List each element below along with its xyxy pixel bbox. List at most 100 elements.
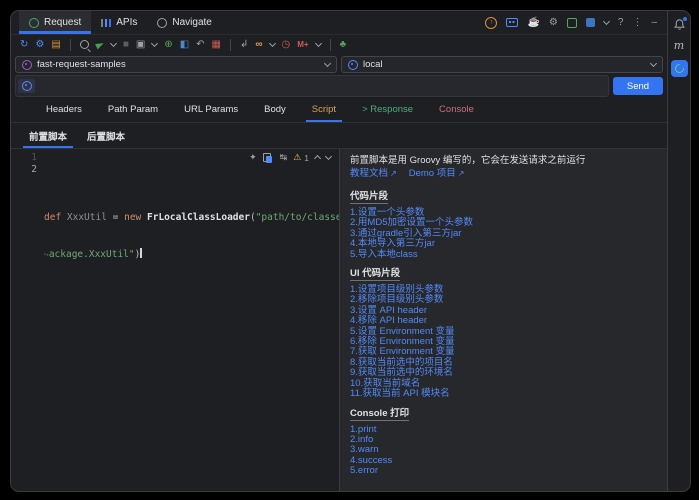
external-link-icon: ↗: [390, 169, 397, 178]
warning-icon[interactable]: ⚠: [293, 152, 301, 163]
url-input-wrapper[interactable]: [15, 75, 609, 97]
snippet-link[interactable]: 1.print: [350, 424, 657, 435]
section-title: Console 打印: [350, 407, 410, 421]
plugin-box-icon[interactable]: [585, 18, 595, 27]
demo-project-link[interactable]: Demo 项目 ↗: [409, 168, 465, 180]
snippet-link[interactable]: 3.warn: [350, 444, 657, 455]
tab-post-script[interactable]: 后置脚本: [77, 123, 135, 148]
maven-tool-button[interactable]: m: [674, 40, 684, 51]
magic-wand-icon[interactable]: ✦: [249, 152, 257, 163]
groovy-script-editor[interactable]: 1 2 def XxxUtil = new FrLocalClassLoader…: [11, 149, 339, 491]
api-connect-icon[interactable]: ♣: [340, 39, 347, 50]
save-dropdown-chevron-icon[interactable]: [151, 39, 159, 48]
minimize-icon[interactable]: –: [651, 17, 657, 28]
method-icon: [21, 81, 32, 91]
notifications-bell-icon[interactable]: [673, 17, 687, 31]
coffee-cup-icon[interactable]: ☕: [527, 17, 539, 28]
next-warning-chevron-icon[interactable]: [324, 152, 333, 161]
request-tab-bar: Headers Path Param URL Params Body Scrip…: [11, 97, 667, 123]
save-icon[interactable]: ▣: [136, 39, 145, 50]
script-docs-panel: 前置脚本是用 Groovy 编写的，它会在发送请求之前运行 教程文档 ↗ Dem…: [340, 149, 667, 491]
snippet-link[interactable]: 5.导入本地class: [350, 249, 657, 260]
editor-code[interactable]: def XxxUtil = new FrLocalClassLoader("pa…: [44, 152, 339, 491]
upgrade-icon[interactable]: ↑: [485, 16, 498, 29]
line-number: 1: [31, 152, 37, 163]
script-tab-bar: 前置脚本 后置脚本: [11, 123, 667, 149]
environment-select[interactable]: local: [341, 56, 663, 73]
import-icon[interactable]: ↲: [240, 39, 248, 50]
copy-icon[interactable]: [262, 153, 272, 163]
tab-headers[interactable]: Headers: [33, 97, 95, 122]
send-button[interactable]: Send: [613, 77, 663, 95]
tab-pre-script[interactable]: 前置脚本: [19, 123, 77, 148]
kebab-menu-icon[interactable]: ⋮: [632, 17, 642, 28]
request-toolbar: ↻ ⚙ ▤ ■ ▣ ⊕ ◧ ↶ ▦ ↲ ∞ ◷ M+ ♣: [11, 34, 667, 54]
config-gear-icon[interactable]: ⚙: [35, 39, 44, 50]
tab-console[interactable]: Console: [426, 97, 487, 122]
settings-gear-icon[interactable]: ⚙: [549, 17, 558, 28]
editor-floating-toolbar: ✦ ↹ ⚠ 1: [249, 152, 333, 163]
mock-icon[interactable]: M+: [297, 40, 308, 49]
tab-url-params[interactable]: URL Params: [171, 97, 251, 122]
tutorial-doc-link[interactable]: 教程文档 ↗: [350, 168, 397, 180]
robot-icon[interactable]: [506, 18, 519, 27]
link-dropdown-chevron-icon[interactable]: [268, 39, 276, 48]
tab-navigate-label: Navigate: [172, 17, 212, 28]
add-target-icon[interactable]: ⊕: [164, 39, 172, 50]
search-icon[interactable]: [79, 40, 89, 49]
id-card-icon[interactable]: ▤: [51, 39, 60, 50]
item: new: [124, 212, 147, 223]
send-dropdown-chevron-icon[interactable]: [109, 39, 117, 48]
delete-icon[interactable]: ▦: [212, 39, 221, 50]
snippet-link[interactable]: 4.success: [350, 455, 657, 466]
request-logo-icon: [29, 17, 39, 28]
snippet-link[interactable]: 5.error: [350, 465, 657, 476]
method-chip[interactable]: [18, 79, 35, 93]
item: FrLocalClassLoader: [147, 212, 250, 223]
fast-request-tool-button[interactable]: [670, 60, 688, 77]
stop-icon[interactable]: ■: [123, 39, 129, 50]
tab-response[interactable]: > Response: [349, 97, 426, 122]
tab-body[interactable]: Body: [251, 97, 299, 122]
docs-section-ui-snippets: UI 代码片段 1.设置项目级别头参数 2.移除项目级别头参数 3.设置 API h…: [350, 260, 657, 399]
fast-request-plugin-window: Request APIs Navigate ↑ ☕ ⚙? ⋮ – ↻ ⚙ ▤ ■ ▣ ⊕ ◧ ↶ ▦ ↲ ∞…: [10, 10, 691, 492]
prev-warning-chevron-icon[interactable]: [313, 154, 322, 163]
scan-icon[interactable]: [566, 17, 577, 28]
toolbar-separator: [230, 38, 231, 51]
environment-chevron-icon: [649, 59, 658, 68]
sync-icon[interactable]: ↻: [20, 39, 28, 50]
history-clock-icon[interactable]: ◷: [282, 39, 291, 50]
project-select-value: fast-request-samples: [37, 59, 126, 70]
project-select[interactable]: fast-request-samples: [15, 56, 337, 73]
send-request-icon[interactable]: [94, 40, 105, 49]
toolbar-separator: [69, 38, 71, 51]
apis-bars-icon: [101, 18, 112, 27]
plugin-dropdown-chevron-icon[interactable]: [602, 17, 610, 26]
section-items: 1.print 2.info 3.warn 4.success 5.error: [350, 424, 657, 477]
project-icon: [22, 59, 32, 70]
project-chevron-icon: [323, 59, 332, 68]
editor-gutter: 1 2: [11, 152, 44, 491]
cube-icon[interactable]: ◧: [180, 39, 189, 50]
snippet-link[interactable]: 2.info: [350, 434, 657, 445]
tab-apis-label: APIs: [116, 17, 138, 28]
tab-apis[interactable]: APIs: [91, 11, 147, 34]
undo-icon[interactable]: ↶: [196, 39, 204, 50]
item: XxxUtil: [66, 212, 113, 223]
docs-section-code-snippets: 代码片段 1.设置一个头参数 2.用MD5加密设置一个头参数 3.通过gradle引…: [350, 183, 657, 260]
link-icon[interactable]: ∞: [255, 39, 262, 50]
code-line-2: def XxxUtil = new FrLocalClassLoader("pa…: [44, 212, 339, 224]
tab-navigate[interactable]: Navigate: [147, 11, 221, 34]
soft-wrap-icon[interactable]: ↹: [280, 152, 288, 163]
tab-request[interactable]: Request: [19, 11, 92, 34]
main-panel: Request APIs Navigate ↑ ☕ ⚙? ⋮ – ↻ ⚙ ▤ ■ ▣ ⊕ ◧ ↶ ▦ ↲ ∞…: [11, 11, 667, 491]
mock-dropdown-chevron-icon[interactable]: [314, 39, 322, 48]
item: =: [112, 212, 125, 223]
help-icon[interactable]: ?: [618, 17, 624, 28]
snippet-link[interactable]: 11.获取当前 API 模块名: [350, 388, 657, 399]
url-input[interactable]: [35, 78, 607, 94]
environment-icon: [348, 59, 358, 70]
tab-script[interactable]: Script: [299, 97, 349, 122]
tab-path-param[interactable]: Path Param: [95, 97, 171, 122]
